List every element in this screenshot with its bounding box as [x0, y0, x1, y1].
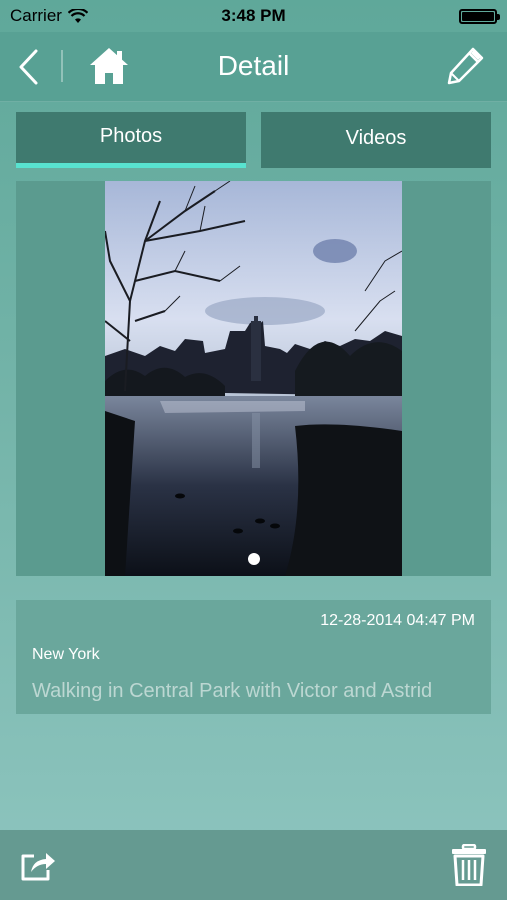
tab-videos[interactable]: Videos [261, 112, 491, 168]
share-icon[interactable] [20, 848, 56, 882]
photo-carousel[interactable] [16, 181, 491, 576]
battery-icon [459, 8, 500, 24]
trash-icon[interactable] [451, 844, 487, 886]
pencil-icon[interactable] [445, 46, 485, 86]
entry-description: Walking in Central Park with Victor and … [32, 680, 433, 702]
status-left: Carrier [10, 6, 88, 26]
status-bar: Carrier 3:48 PM [0, 0, 507, 32]
page-indicator-dot [248, 553, 260, 565]
tab-photos[interactable]: Photos [16, 112, 246, 168]
entry-date: 12-28-2014 04:47 PM [320, 612, 475, 629]
wifi-icon [67, 8, 88, 23]
bottom-toolbar [0, 830, 507, 900]
media-tabs: Photos Videos [16, 112, 491, 168]
carrier-label: Carrier [10, 6, 62, 25]
entry-location: New York [32, 646, 100, 663]
nav-bar: Detail [0, 32, 507, 102]
photo-image[interactable] [105, 181, 402, 576]
page-title: Detail [217, 50, 290, 81]
entry-info-panel: 12-28-2014 04:47 PM New York Walking in … [16, 600, 491, 714]
